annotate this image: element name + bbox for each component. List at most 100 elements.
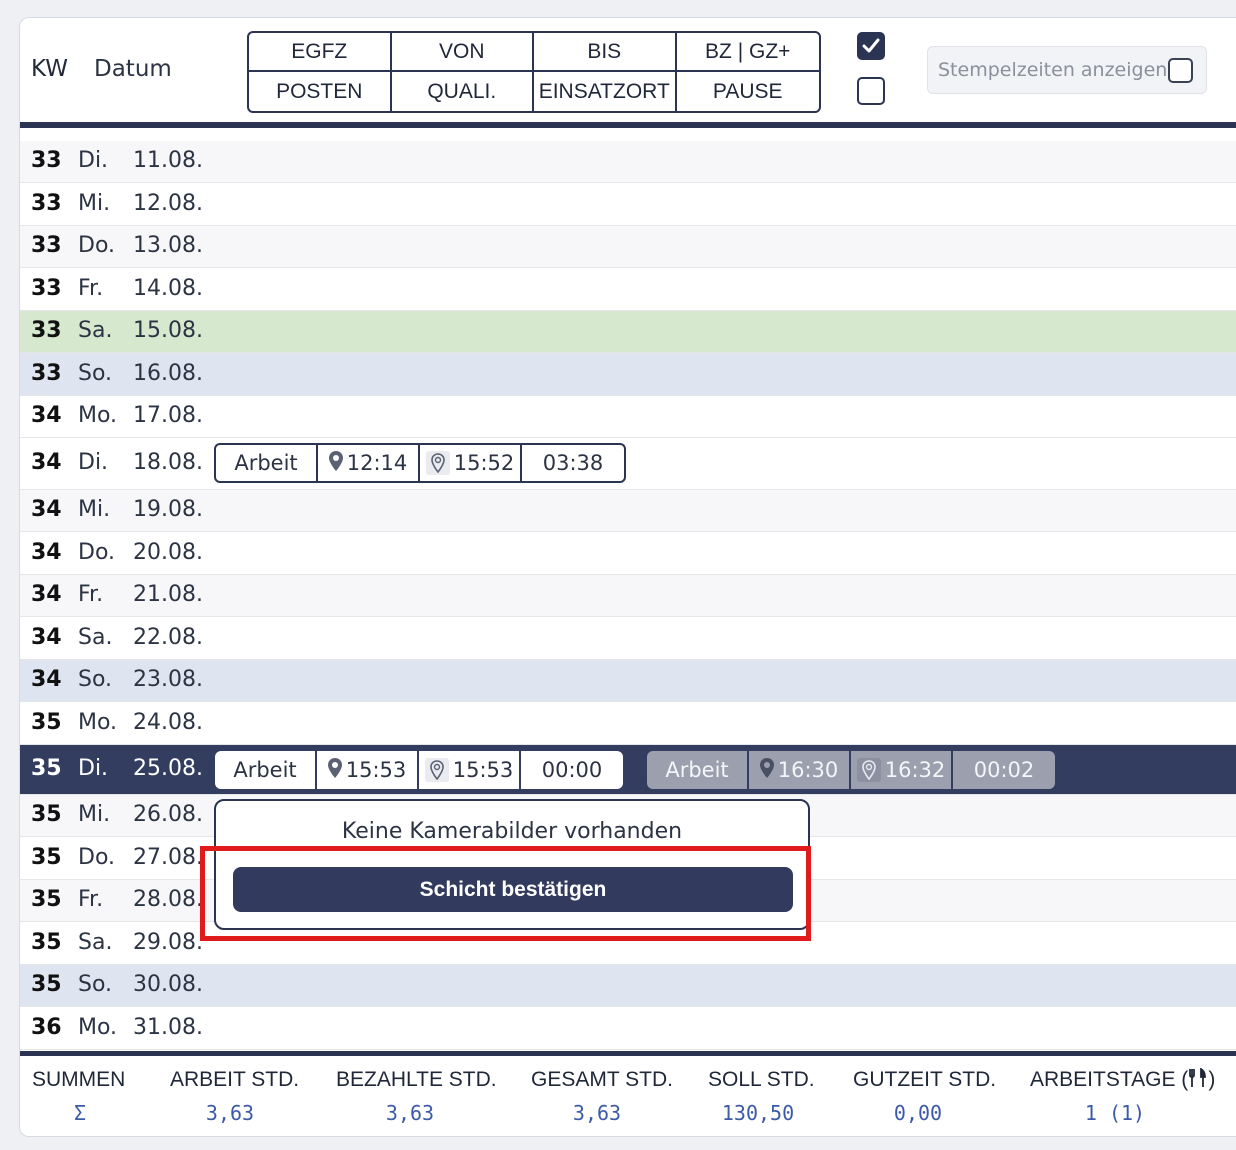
- kw-header[interactable]: KW: [31, 56, 68, 82]
- day-row[interactable]: 34 Mi. 19.08.: [20, 490, 1236, 532]
- sum-header-arbeitstage: ARBEITSTAGE (): [1030, 1067, 1216, 1091]
- day-row-weekday: Mi.: [78, 191, 111, 216]
- sum-value-arbeitstage: 1 (1): [1084, 1101, 1146, 1125]
- day-row-kw: 34: [31, 625, 62, 650]
- day-row-weekday: Sa.: [78, 930, 113, 955]
- day-row-date: 14.08.: [133, 276, 203, 301]
- sum-header-gesamt: GESAMT STD.: [531, 1068, 673, 1091]
- day-row-weekday: Sa.: [78, 318, 113, 343]
- shift-block-25-08-a[interactable]: Arbeit 15:53 15:53 00:00: [215, 751, 623, 789]
- location-pin-icon: [759, 757, 774, 783]
- day-row-kw: 34: [31, 497, 62, 522]
- column-legend: EGFZ VON BIS BZ | GZ+ POSTEN QUALI. EINS…: [247, 31, 821, 113]
- day-row-date: 13.08.: [133, 233, 203, 258]
- location-pin-icon: [328, 450, 343, 476]
- legend-egfz: EGFZ: [249, 33, 392, 72]
- day-row[interactable]: 34 Sa. 22.08.: [20, 617, 1236, 660]
- stempelzeiten-checkbox[interactable]: [1168, 58, 1193, 83]
- shift-end: 15:53: [419, 751, 521, 789]
- day-row-weekday: Di.: [78, 148, 109, 173]
- legend-quali: QUALI.: [392, 72, 534, 111]
- day-row-date: 25.08.: [133, 756, 203, 781]
- day-row[interactable]: 35 So. 30.08.: [20, 965, 1236, 1007]
- day-row-weekday: Di.: [78, 450, 109, 475]
- day-row-kw: 34: [31, 667, 62, 692]
- day-row-kw: 35: [31, 845, 62, 870]
- day-row-date: 11.08.: [133, 148, 203, 173]
- day-row-kw: 34: [31, 403, 62, 428]
- shift-duration: 03:38: [542, 451, 604, 475]
- day-row[interactable]: 34 So. 23.08.: [20, 660, 1236, 702]
- shift-duration: 00:00: [541, 758, 603, 782]
- sum-value-gesamt: 3,63: [572, 1101, 622, 1125]
- day-row-date: 15.08.: [133, 318, 203, 343]
- day-row[interactable]: 33 Fr. 14.08.: [20, 268, 1236, 311]
- day-row-kw: 33: [31, 191, 62, 216]
- sum-value-soll: 130,50: [721, 1101, 795, 1125]
- day-row[interactable]: 35 Mo. 24.08.: [20, 702, 1236, 745]
- day-row-weekday: Mi.: [78, 802, 111, 827]
- day-row[interactable]: 33 So. 16.08.: [20, 353, 1236, 396]
- day-row-weekday: Fr.: [78, 582, 104, 607]
- day-row[interactable]: 34 Fr. 21.08.: [20, 575, 1236, 617]
- datum-header[interactable]: Datum: [94, 56, 172, 82]
- shift-start: 12:14: [318, 445, 420, 481]
- shift-block-18-08[interactable]: Arbeit 12:14 15:52 03:38: [214, 443, 626, 483]
- day-row-date: 31.08.: [133, 1015, 203, 1040]
- day-row-date: 20.08.: [133, 540, 203, 565]
- legend-posten: POSTEN: [249, 72, 392, 111]
- no-camera-images-message: Keine Kamerabilder vorhanden: [341, 819, 683, 844]
- day-row-weekday: So.: [78, 972, 113, 997]
- day-row[interactable]: 33 Sa. 15.08.: [20, 311, 1236, 353]
- day-row[interactable]: 34 Do. 20.08.: [20, 532, 1236, 575]
- sum-header-gutzeit: GUTZEIT STD.: [853, 1068, 997, 1091]
- day-row-kw: 34: [31, 582, 62, 607]
- day-row-kw: 34: [31, 540, 62, 565]
- location-pin-outline-icon: [424, 758, 449, 782]
- day-row-kw: 35: [31, 802, 62, 827]
- highlight-box: [200, 846, 811, 941]
- day-row-weekday: Mo.: [78, 403, 118, 428]
- day-row-kw: 35: [31, 972, 62, 997]
- shift-start: 15:53: [317, 751, 419, 789]
- location-pin-icon: [327, 757, 342, 783]
- day-row-weekday: So.: [78, 361, 113, 386]
- day-row-date: 18.08.: [133, 450, 203, 475]
- day-row-weekday: Sa.: [78, 625, 113, 650]
- legend-pause: PAUSE: [712, 79, 783, 103]
- shift-type: Arbeit: [647, 751, 749, 789]
- shift-block-25-08-b[interactable]: Arbeit 16:30 16:32 00:02: [647, 751, 1055, 789]
- day-row[interactable]: 33 Mi. 12.08.: [20, 183, 1236, 226]
- row-toggle-checkbox-unchecked[interactable]: [857, 77, 885, 105]
- day-row-kw: 33: [31, 233, 62, 258]
- stempelzeiten-label: Stempelzeiten anzeigen: [938, 59, 1168, 81]
- day-row[interactable]: 34 Di. 18.08.: [20, 438, 1236, 490]
- day-row-weekday: Mo.: [78, 1015, 118, 1040]
- day-row-kw: 33: [31, 148, 62, 173]
- day-row-weekday: Fr.: [78, 276, 104, 301]
- shift-start: 16:30: [749, 751, 851, 789]
- day-row-date: 16.08.: [133, 361, 203, 386]
- row-toggle-checkbox-checked[interactable]: [857, 32, 885, 60]
- day-row-date: 29.08.: [133, 930, 203, 955]
- day-row-kw: 33: [31, 276, 62, 301]
- day-row[interactable]: 33 Do. 13.08.: [20, 226, 1236, 268]
- legend-bz-gz: BZ | GZ+: [676, 33, 819, 72]
- shift-end: 16:32: [851, 751, 953, 789]
- day-row[interactable]: 34 Mo. 17.08.: [20, 396, 1236, 438]
- day-row-date: 30.08.: [133, 972, 203, 997]
- day-row-date: 19.08.: [133, 497, 203, 522]
- header-divider: [20, 122, 1236, 128]
- day-row[interactable]: 33 Di. 11.08.: [20, 141, 1236, 183]
- sum-header-summen: SUMMEN: [32, 1068, 126, 1091]
- legend-einsatzort: EINSATZORT: [534, 72, 677, 111]
- day-row-kw: 35: [31, 710, 62, 735]
- location-pin-outline-icon: [425, 451, 450, 475]
- day-row-weekday: Mi.: [78, 497, 111, 522]
- day-row[interactable]: 36 Mo. 31.08.: [20, 1007, 1236, 1050]
- sum-value-gutzeit: 0,00: [893, 1101, 943, 1125]
- stempelzeiten-toggle[interactable]: Stempelzeiten anzeigen: [927, 46, 1207, 94]
- day-row-date: 24.08.: [133, 710, 203, 735]
- sum-value-bezahlte: 3,63: [385, 1101, 435, 1125]
- sum-header-bezahlte: BEZAHLTE STD.: [336, 1068, 497, 1091]
